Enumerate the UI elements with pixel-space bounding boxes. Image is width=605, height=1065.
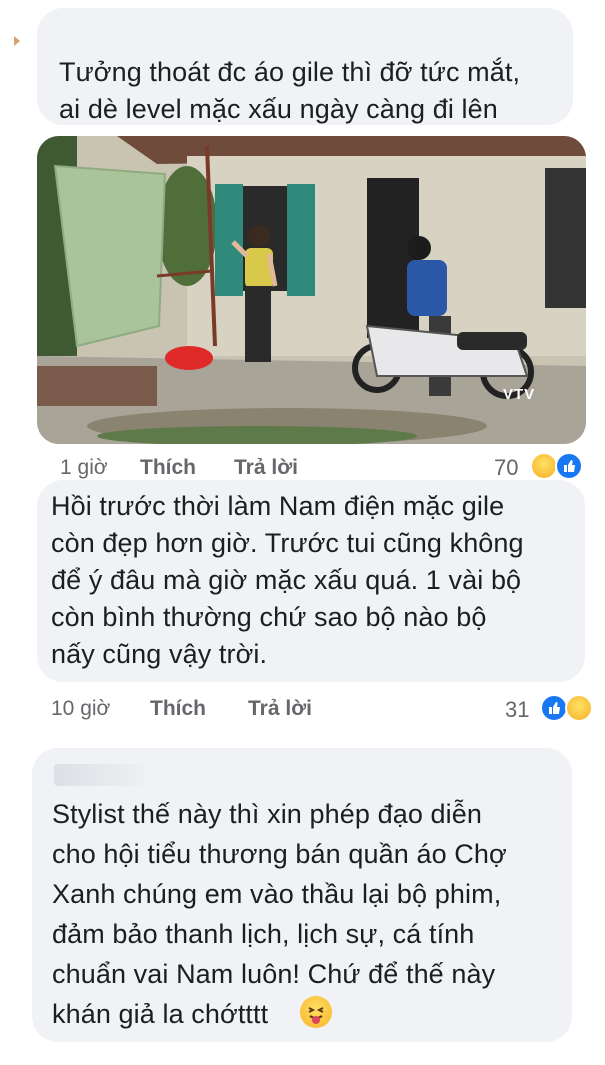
- collapse-caret-icon[interactable]: [14, 36, 20, 46]
- comment-text-3: Stylist thế này thì xin phép đạo diễn ch…: [52, 799, 507, 1029]
- comment-time-2[interactable]: 10 giờ: [51, 697, 110, 721]
- comment-bubble-2: Hồi trước thời làm Nam điện mặc gile còn…: [37, 480, 585, 682]
- comment-actions-2: 10 giờ Thích Trả lời: [51, 697, 371, 723]
- comment-time-1[interactable]: 1 giờ: [60, 456, 108, 480]
- comment-photo-attachment[interactable]: VTV: [37, 136, 586, 444]
- haha-emoji: [565, 694, 593, 722]
- reply-link-1[interactable]: Trả lời: [234, 456, 298, 480]
- reaction-count-1[interactable]: 70: [494, 455, 518, 481]
- comment-text-1: Tưởng thoát đc áo gile thì đỡ tức mắt, a…: [59, 57, 521, 124]
- reply-link-2[interactable]: Trả lời: [248, 697, 312, 721]
- like-emoji: [555, 452, 583, 480]
- blurred-author-name: [54, 764, 144, 786]
- like-link-1[interactable]: Thích: [140, 456, 196, 480]
- comment-actions-1: 1 giờ Thích Trả lời: [60, 456, 360, 482]
- tongue-out-emoji: [300, 996, 332, 1028]
- comment-bubble-1: Tưởng thoát đc áo gile thì đỡ tức mắt, a…: [37, 8, 573, 125]
- reaction-count-2[interactable]: 31: [505, 697, 529, 723]
- comment-text-2: Hồi trước thời làm Nam điện mặc gile còn…: [51, 491, 524, 669]
- like-emoji: [540, 694, 568, 722]
- comment-bubble-3: C Stylist thế này thì xin phép đạo diễn …: [32, 748, 572, 1042]
- tv-watermark: VTV: [503, 386, 536, 403]
- like-link-2[interactable]: Thích: [150, 697, 206, 721]
- haha-emoji: [530, 452, 558, 480]
